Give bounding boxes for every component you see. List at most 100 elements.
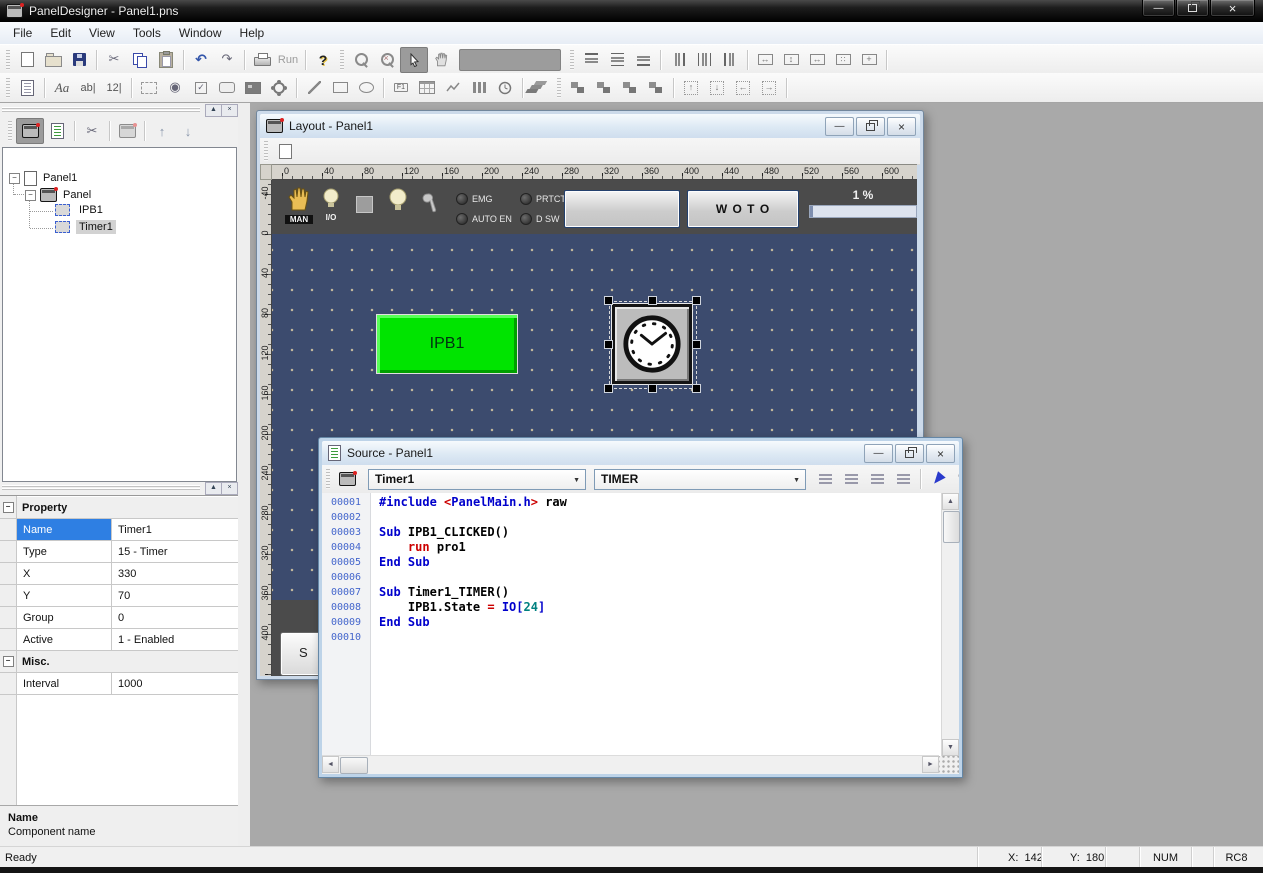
component-list-button[interactable]: [14, 76, 40, 100]
property-grab-bar[interactable]: ▲ ×: [0, 481, 238, 494]
menu-tools[interactable]: Tools: [124, 23, 170, 44]
resize-handle[interactable]: [693, 385, 700, 392]
grab-handle[interactable]: [2, 485, 200, 490]
grip-handle[interactable]: [570, 50, 574, 70]
property-name[interactable]: X: [17, 563, 112, 584]
new-page-button[interactable]: [272, 139, 298, 163]
zoom-in-button[interactable]: [348, 48, 374, 72]
align-top-button[interactable]: [578, 48, 604, 72]
zorder-backward-button[interactable]: [643, 76, 669, 100]
property-value[interactable]: 70: [112, 585, 238, 606]
ipb1-button-widget[interactable]: IPB1: [376, 314, 518, 374]
man-indicator[interactable]: MAN: [285, 186, 313, 224]
property-value[interactable]: Timer1: [112, 519, 238, 540]
indent4-button[interactable]: [890, 467, 916, 491]
menu-help[interactable]: Help: [231, 23, 274, 44]
property-name[interactable]: Interval: [17, 673, 112, 694]
minimize-button[interactable]: —: [1142, 0, 1175, 17]
property-value[interactable]: 1 - Enabled: [112, 629, 238, 650]
tool-indicator[interactable]: [421, 190, 439, 221]
align-bottom-button[interactable]: [630, 48, 656, 72]
property-value[interactable]: 330: [112, 563, 238, 584]
expand-collapse-icon[interactable]: −: [9, 173, 20, 184]
open-button[interactable]: [40, 48, 66, 72]
layers-button[interactable]: [527, 76, 553, 100]
code-editor[interactable]: 0000100002000030000400005000060000700008…: [322, 493, 959, 756]
save-button[interactable]: [66, 48, 92, 72]
resize-handle[interactable]: [693, 297, 700, 304]
select-cursor-button[interactable]: [400, 47, 428, 73]
led-emg[interactable]: EMG: [456, 193, 493, 205]
event-combobox[interactable]: TIMER ▼: [594, 469, 806, 490]
property-grid[interactable]: −PropertyNameTimer1Type15 - TimerX330Y70…: [0, 495, 238, 806]
grip-handle[interactable]: [557, 78, 561, 98]
property-name[interactable]: Type: [17, 541, 112, 562]
zoom-out-button[interactable]: [374, 48, 400, 72]
same-size-button[interactable]: [804, 48, 830, 72]
menu-window[interactable]: Window: [170, 23, 231, 44]
checkbox-button[interactable]: [188, 76, 214, 100]
source-view-button[interactable]: [44, 119, 70, 143]
align-left-button[interactable]: [665, 48, 691, 72]
resize-handle[interactable]: [649, 385, 656, 392]
object-combobox[interactable]: Timer1 ▼: [368, 469, 586, 490]
resize-handle[interactable]: [649, 297, 656, 304]
code-line[interactable]: #include <PanelMain.h> raw: [379, 495, 941, 510]
tree-item-panel1[interactable]: Panel1: [43, 172, 77, 184]
grab-handle[interactable]: [2, 107, 200, 112]
redo-button[interactable]: ↷: [214, 48, 240, 72]
timer1-widget[interactable]: [612, 304, 692, 384]
explorer-grab-bar[interactable]: ▲ ×: [0, 103, 238, 116]
code-line[interactable]: [379, 630, 941, 645]
minimize-button[interactable]: —: [825, 117, 854, 136]
cut-button[interactable]: ✂: [101, 48, 127, 72]
menu-view[interactable]: View: [80, 23, 124, 44]
tree-item-timer1[interactable]: Timer1: [55, 218, 116, 235]
component-tree[interactable]: − Panel1 − Panel IPB1Timer1: [2, 147, 237, 482]
tree-item-ipb1[interactable]: IPB1: [55, 201, 106, 218]
grip-handle[interactable]: [264, 141, 268, 161]
group-box-button[interactable]: [136, 76, 162, 100]
property-value[interactable]: 0: [112, 607, 238, 628]
grip-handle[interactable]: [340, 50, 344, 70]
align-right-button[interactable]: [717, 48, 743, 72]
same-height-button[interactable]: [778, 48, 804, 72]
space-v2-button[interactable]: [704, 76, 730, 100]
draw-line-button[interactable]: [301, 76, 327, 100]
help-button[interactable]: ?: [310, 48, 336, 72]
collapse-icon[interactable]: −: [3, 656, 14, 667]
code-line[interactable]: Sub IPB1_CLICKED(): [379, 525, 941, 540]
panel-view-button[interactable]: [16, 118, 44, 144]
zorder-back-button[interactable]: [591, 76, 617, 100]
macro1-button[interactable]: %: [951, 467, 959, 491]
code-text[interactable]: #include <PanelMain.h> raw Sub IPB1_CLICK…: [371, 493, 941, 756]
resize-grip[interactable]: [939, 756, 959, 774]
led-prtct[interactable]: PRTCT: [520, 193, 566, 205]
image-view-button[interactable]: [240, 76, 266, 100]
compile-pen-button[interactable]: [925, 467, 951, 491]
restore-button[interactable]: [1176, 0, 1209, 17]
resize-handle[interactable]: [605, 385, 612, 392]
textbox-button[interactable]: ab|: [75, 76, 101, 100]
code-line[interactable]: run pro1: [379, 540, 941, 555]
property-name[interactable]: Y: [17, 585, 112, 606]
vertical-scrollbar[interactable]: ▲ ▼: [941, 493, 959, 756]
property-value[interactable]: 15 - Timer: [112, 541, 238, 562]
vertical-scroll-thumb[interactable]: [943, 511, 960, 543]
align-center-button[interactable]: [691, 48, 717, 72]
scroll-up-button[interactable]: ▲: [942, 493, 959, 510]
pane-pin-button[interactable]: ▲: [205, 482, 222, 495]
code-line[interactable]: [379, 570, 941, 585]
resize-handle[interactable]: [605, 341, 612, 348]
source-titlebar[interactable]: Source - Panel1 — ×: [322, 441, 959, 465]
property-value[interactable]: 1000: [112, 673, 238, 694]
property-name[interactable]: Name: [17, 519, 112, 540]
resize-handle[interactable]: [605, 297, 612, 304]
close-button[interactable]: ×: [887, 117, 916, 136]
code-line[interactable]: End Sub: [379, 555, 941, 570]
restore-button[interactable]: [856, 117, 885, 136]
same-width-button[interactable]: [752, 48, 778, 72]
timer-button[interactable]: [492, 76, 518, 100]
data-grid-button[interactable]: [414, 76, 440, 100]
property-group-header[interactable]: −Misc.: [0, 651, 238, 673]
